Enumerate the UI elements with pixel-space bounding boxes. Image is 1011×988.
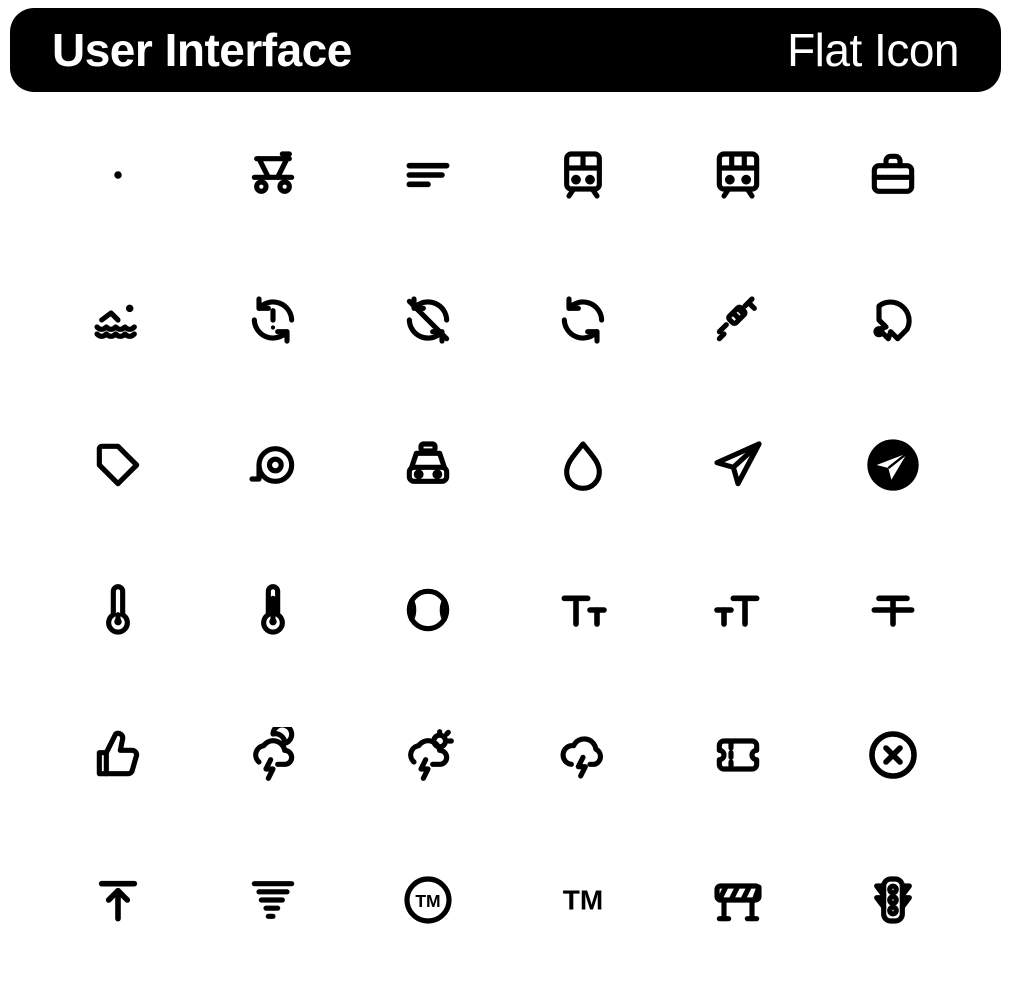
tram-icon bbox=[707, 144, 769, 206]
ticket-icon bbox=[707, 724, 769, 786]
trolley-icon bbox=[242, 144, 304, 206]
header-title-left: User Interface bbox=[52, 23, 352, 77]
svg-text:TM: TM bbox=[415, 891, 440, 911]
upload-icon bbox=[87, 869, 149, 931]
svg-text:TM: TM bbox=[563, 884, 603, 915]
cloud-lightning-icon bbox=[552, 724, 614, 786]
day-storm-icon bbox=[397, 724, 459, 786]
water-drop-icon bbox=[552, 434, 614, 496]
thermometer-hot-icon bbox=[242, 579, 304, 641]
tag-icon bbox=[87, 434, 149, 496]
briefcase-icon bbox=[862, 144, 924, 206]
sync-off-icon bbox=[397, 289, 459, 351]
dot-icon bbox=[87, 144, 149, 206]
barrier-icon bbox=[707, 869, 769, 931]
tape-measure-icon bbox=[242, 434, 304, 496]
close-circle-icon bbox=[862, 724, 924, 786]
table-tennis-icon bbox=[862, 289, 924, 351]
tornado-icon bbox=[242, 869, 304, 931]
thumbs-up-icon bbox=[87, 724, 149, 786]
syringe-icon bbox=[707, 289, 769, 351]
subway-icon bbox=[552, 144, 614, 206]
night-storm-icon bbox=[242, 724, 304, 786]
trademark-icon: TM bbox=[552, 869, 614, 931]
swimming-icon bbox=[87, 289, 149, 351]
tennis-ball-icon bbox=[397, 579, 459, 641]
taxi-icon bbox=[397, 434, 459, 496]
send-filled-icon bbox=[862, 434, 924, 496]
header-title-right: Flat Icon bbox=[787, 23, 959, 77]
text-size-decrease-icon bbox=[552, 579, 614, 641]
send-outline-icon bbox=[707, 434, 769, 496]
trademark-circle-icon: TM bbox=[397, 869, 459, 931]
header-bar: User Interface Flat Icon bbox=[10, 8, 1001, 92]
thermometer-cold-icon bbox=[87, 579, 149, 641]
text-align-left-icon bbox=[397, 144, 459, 206]
refresh-icon bbox=[552, 289, 614, 351]
strikethrough-icon bbox=[862, 579, 924, 641]
sync-alert-icon bbox=[242, 289, 304, 351]
text-size-increase-icon bbox=[707, 579, 769, 641]
icon-grid: TM TM bbox=[0, 92, 1011, 972]
traffic-light-icon bbox=[862, 869, 924, 931]
